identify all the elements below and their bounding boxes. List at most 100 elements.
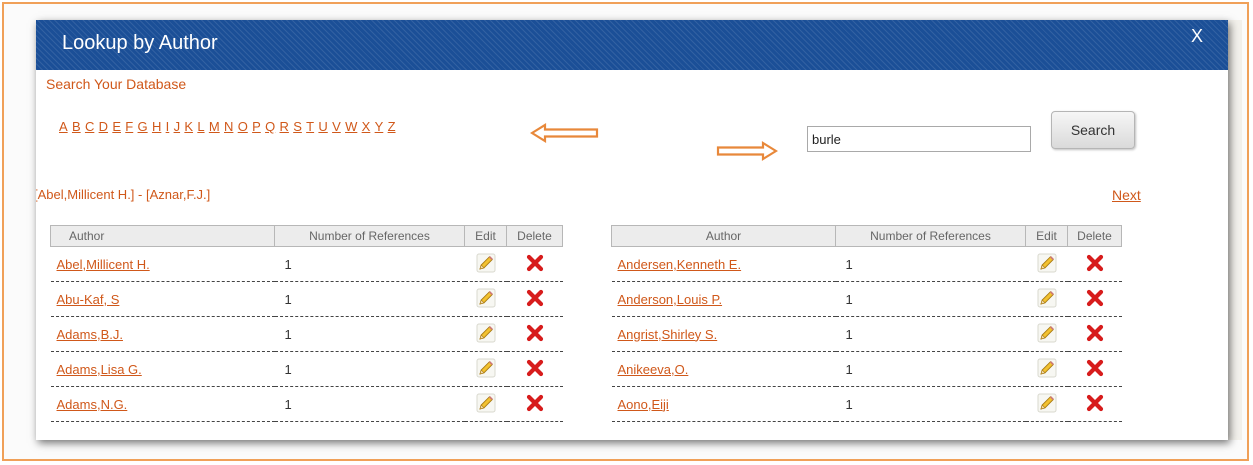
letter-link-y[interactable]: Y (375, 119, 384, 134)
author-link[interactable]: Aono,Eiji (618, 397, 669, 412)
delete-icon[interactable] (1086, 359, 1104, 377)
letter-link-s[interactable]: S (293, 119, 302, 134)
delete-icon[interactable] (1086, 289, 1104, 307)
letter-link-v[interactable]: V (332, 119, 341, 134)
background-page-strip (1228, 20, 1242, 440)
table-row: Andersen,Kenneth E. 1 (611, 246, 1122, 282)
column-header-references: Number of References (835, 225, 1026, 247)
letter-link-b[interactable]: B (72, 119, 81, 134)
letter-link-k[interactable]: K (184, 119, 193, 134)
letter-link-z[interactable]: Z (388, 119, 396, 134)
reference-count: 1 (274, 246, 465, 282)
letter-link-m[interactable]: M (209, 119, 220, 134)
table-row: Adams,B.J. 1 (50, 316, 563, 352)
letter-link-w[interactable]: W (345, 119, 357, 134)
reference-count: 1 (835, 316, 1026, 352)
reference-count: 1 (274, 316, 465, 352)
right-arrow-icon (716, 141, 778, 161)
author-link[interactable]: Adams,Lisa G. (57, 362, 142, 377)
letter-link-q[interactable]: Q (265, 119, 275, 134)
letter-link-i[interactable]: I (166, 119, 170, 134)
next-page-link[interactable]: Next (1112, 187, 1141, 203)
delete-icon[interactable] (526, 289, 544, 307)
letter-link-d[interactable]: D (99, 119, 108, 134)
column-header-author: Author (50, 225, 275, 247)
table-row: Aono,Eiji 1 (611, 386, 1122, 422)
table-header-row: Author Number of References Edit Delete (611, 225, 1122, 247)
author-table-right: Author Number of References Edit Delete … (611, 225, 1122, 422)
letter-link-p[interactable]: P (252, 119, 261, 134)
dialog-title-bar: Lookup by Author X (36, 20, 1228, 70)
delete-icon[interactable] (1086, 324, 1104, 342)
letter-link-f[interactable]: F (125, 119, 133, 134)
column-header-delete: Delete (1067, 225, 1122, 247)
table-row: Adams,N.G. 1 (50, 386, 563, 422)
reference-count: 1 (835, 386, 1026, 422)
letter-link-e[interactable]: E (112, 119, 121, 134)
reference-count: 1 (835, 281, 1026, 317)
search-button[interactable]: Search (1051, 111, 1135, 149)
author-link[interactable]: Andersen,Kenneth E. (618, 257, 742, 272)
pencil-icon[interactable] (1037, 288, 1057, 308)
author-search-input[interactable] (807, 126, 1031, 152)
column-header-edit: Edit (464, 225, 507, 247)
pencil-icon[interactable] (1037, 323, 1057, 343)
table-row: Anikeeva,O. 1 (611, 351, 1122, 387)
column-header-author: Author (611, 225, 836, 247)
column-header-references: Number of References (274, 225, 465, 247)
pencil-icon[interactable] (1037, 393, 1057, 413)
column-header-edit: Edit (1025, 225, 1068, 247)
delete-icon[interactable] (526, 359, 544, 377)
reference-count: 1 (835, 351, 1026, 387)
table-row: Angrist,Shirley S. 1 (611, 316, 1122, 352)
author-link[interactable]: Anikeeva,O. (618, 362, 689, 377)
table-row: Abu-Kaf, S 1 (50, 281, 563, 317)
left-arrow-icon (530, 123, 599, 143)
reference-count: 1 (274, 281, 465, 317)
author-link[interactable]: Adams,B.J. (57, 327, 123, 342)
reference-count: 1 (274, 386, 465, 422)
search-database-heading: Search Your Database (46, 76, 187, 92)
letter-link-l[interactable]: L (197, 119, 204, 134)
pencil-icon[interactable] (476, 393, 496, 413)
letter-link-x[interactable]: X (362, 119, 371, 134)
author-link[interactable]: Anderson,Louis P. (618, 292, 723, 307)
pencil-icon[interactable] (476, 253, 496, 273)
pencil-icon[interactable] (1037, 253, 1057, 273)
letter-link-a[interactable]: A (59, 119, 68, 134)
reference-count: 1 (835, 246, 1026, 282)
close-button[interactable]: X (1182, 24, 1212, 48)
delete-icon[interactable] (1086, 394, 1104, 412)
letter-link-o[interactable]: O (238, 119, 248, 134)
letter-link-c[interactable]: C (85, 119, 94, 134)
delete-icon[interactable] (526, 324, 544, 342)
delete-icon[interactable] (526, 254, 544, 272)
letter-link-g[interactable]: G (138, 119, 148, 134)
pencil-icon[interactable] (476, 323, 496, 343)
pencil-icon[interactable] (476, 358, 496, 378)
reference-count: 1 (274, 351, 465, 387)
author-table-left: Author Number of References Edit Delete … (50, 225, 563, 422)
author-range-label: [Abel,Millicent H.] - [Aznar,F.J.] (36, 187, 211, 202)
letter-link-t[interactable]: T (306, 119, 314, 134)
table-row: Adams,Lisa G. 1 (50, 351, 563, 387)
pencil-icon[interactable] (476, 288, 496, 308)
letter-link-u[interactable]: U (318, 119, 327, 134)
delete-icon[interactable] (1086, 254, 1104, 272)
author-link[interactable]: Abu-Kaf, S (57, 292, 120, 307)
letter-link-h[interactable]: H (152, 119, 161, 134)
table-row: Anderson,Louis P. 1 (611, 281, 1122, 317)
alphabet-nav: ABCDEFGHIJKLMNOPQRSTUVWXYZ (59, 119, 400, 134)
author-link[interactable]: Abel,Millicent H. (57, 257, 150, 272)
letter-link-r[interactable]: R (280, 119, 289, 134)
letter-link-j[interactable]: J (174, 119, 181, 134)
letter-link-n[interactable]: N (224, 119, 233, 134)
column-header-delete: Delete (506, 225, 563, 247)
lookup-dialog: Lookup by Author X Search Your Database … (36, 20, 1228, 440)
dialog-title: Lookup by Author (62, 32, 218, 54)
author-link[interactable]: Adams,N.G. (57, 397, 128, 412)
pencil-icon[interactable] (1037, 358, 1057, 378)
table-header-row: Author Number of References Edit Delete (50, 225, 563, 247)
delete-icon[interactable] (526, 394, 544, 412)
author-link[interactable]: Angrist,Shirley S. (618, 327, 718, 342)
